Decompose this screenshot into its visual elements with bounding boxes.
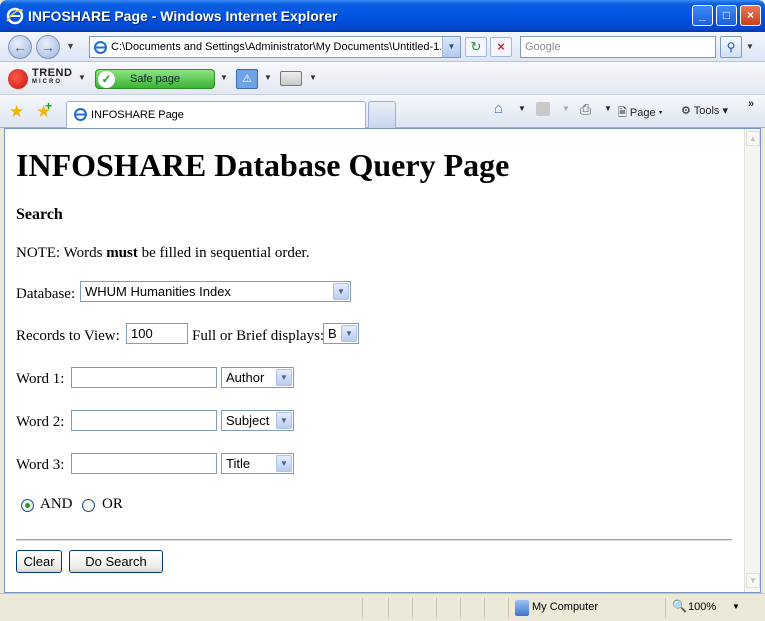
- toolbar-overflow-chevron-icon[interactable]: »: [748, 98, 754, 110]
- word3-input[interactable]: [71, 453, 217, 474]
- back-button[interactable]: ←: [8, 35, 32, 59]
- and-label: AND: [40, 496, 73, 512]
- word1-label: Word 1:: [16, 371, 65, 387]
- scroll-up-icon[interactable]: ▲: [746, 131, 760, 146]
- records-input[interactable]: 100: [126, 323, 188, 344]
- print-dropdown[interactable]: ▼: [604, 104, 612, 113]
- search-button[interactable]: ⚲: [720, 36, 742, 58]
- page-menu[interactable]: 🗎 Page ▾: [618, 104, 663, 123]
- scroll-down-icon[interactable]: ▼: [746, 573, 760, 588]
- display-select[interactable]: B ▼: [323, 323, 359, 344]
- chevron-down-icon: ▼: [333, 283, 349, 300]
- address-bar-row: ← → ▼ C:\Documents and Settings\Administ…: [0, 32, 765, 62]
- search-input[interactable]: Google: [520, 36, 716, 58]
- tools-menu[interactable]: ⚙ Tools ▾: [681, 104, 728, 117]
- minimize-icon: _: [699, 8, 706, 22]
- database-label: Database:: [16, 286, 76, 302]
- zoom-icon[interactable]: 🔍: [672, 599, 687, 613]
- and-radio[interactable]: [21, 499, 34, 512]
- back-arrow-icon: ←: [13, 39, 27, 55]
- stop-icon: ×: [497, 39, 505, 54]
- new-tab-button[interactable]: [368, 101, 396, 128]
- print-icon[interactable]: ⎙: [580, 101, 591, 118]
- wifi-warning-icon[interactable]: ⚠: [236, 69, 258, 89]
- tab-label: INFOSHARE Page: [91, 109, 184, 121]
- radio-selected-dot: [25, 503, 30, 508]
- page-content: INFOSHARE Database Query Page Search NOT…: [4, 128, 761, 593]
- or-radio[interactable]: [82, 499, 95, 512]
- trend-micro-toolbar: TREND MICRO ▼ ✓ Safe page ▼ ⚠ ▼ ▼: [0, 62, 765, 95]
- address-field[interactable]: C:\Documents and Settings\Administrator\…: [89, 36, 461, 58]
- address-dropdown-button[interactable]: ▼: [442, 37, 460, 57]
- word2-field-select[interactable]: Subject ▼: [221, 410, 294, 431]
- status-bar: My Computer 🔍 100% ▼: [0, 593, 765, 621]
- forward-arrow-icon: →: [41, 39, 55, 55]
- feeds-dropdown[interactable]: ▼: [562, 104, 570, 113]
- maximize-button[interactable]: □: [716, 5, 737, 26]
- maximize-icon: □: [722, 8, 731, 22]
- refresh-icon: ↻: [470, 39, 482, 54]
- favorites-star-icon[interactable]: ★: [9, 102, 24, 122]
- gear-icon: ⚙: [681, 105, 694, 117]
- or-label: OR: [102, 496, 123, 512]
- keyboard-dropdown[interactable]: ▼: [309, 73, 317, 82]
- trend-micro-logo-icon[interactable]: [8, 69, 28, 89]
- word1-field-select[interactable]: Author ▼: [221, 367, 294, 388]
- refresh-button[interactable]: ↻: [465, 37, 487, 57]
- minimize-button[interactable]: _: [692, 5, 713, 26]
- search-icon: ⚲: [726, 40, 736, 54]
- security-zone: My Computer: [532, 601, 599, 613]
- word3-field-select[interactable]: Title ▼: [221, 453, 294, 474]
- ie-page-icon: [94, 41, 107, 54]
- chevron-down-icon: ▼: [447, 42, 456, 51]
- window-title-bar[interactable]: INFOSHARE Page - Windows Internet Explor…: [0, 0, 765, 32]
- display-label: Full or Brief displays:: [192, 328, 325, 344]
- address-url: C:\Documents and Settings\Administrator\…: [111, 41, 441, 53]
- safe-page-label: Safe page: [130, 73, 181, 85]
- recent-pages-dropdown[interactable]: ▼: [66, 41, 75, 51]
- word2-label: Word 2:: [16, 414, 65, 430]
- trend-menu-dropdown[interactable]: ▼: [78, 73, 86, 82]
- search-subheading: Search: [16, 206, 63, 223]
- database-select[interactable]: WHUM Humanities Index ▼: [80, 281, 351, 302]
- close-icon: ×: [746, 8, 754, 22]
- divider: [16, 539, 732, 541]
- forward-button[interactable]: →: [36, 35, 60, 59]
- home-dropdown[interactable]: ▼: [518, 104, 526, 113]
- safe-page-indicator[interactable]: ✓ Safe page: [95, 69, 215, 89]
- note-text: NOTE: Words must be filled in sequential…: [16, 245, 310, 261]
- vertical-scrollbar[interactable]: ▲ ▼: [744, 129, 760, 592]
- checkmark-icon: ✓: [98, 71, 115, 88]
- page-title: INFOSHARE Database Query Page: [16, 147, 510, 183]
- feeds-icon[interactable]: [536, 102, 550, 116]
- zoom-dropdown[interactable]: ▼: [732, 602, 740, 611]
- word2-input[interactable]: [71, 410, 217, 431]
- search-options-dropdown[interactable]: ▼: [743, 36, 757, 58]
- do-search-button[interactable]: Do Search: [69, 550, 163, 573]
- ie-logo-icon: [6, 7, 24, 25]
- chevron-down-icon: ▼: [276, 369, 292, 386]
- tab-bar: ★ ★ + INFOSHARE Page ⌂ ▼ ▼ ⎙ ▼ 🗎 Page ▾ ⚙…: [0, 95, 765, 128]
- my-computer-icon: [515, 600, 529, 616]
- ie-page-icon: [74, 108, 87, 121]
- zoom-level[interactable]: 100%: [688, 601, 716, 613]
- word1-input[interactable]: [71, 367, 217, 388]
- stop-button[interactable]: ×: [490, 37, 512, 57]
- keyboard-icon[interactable]: [280, 71, 302, 86]
- tab-infoshare[interactable]: INFOSHARE Page: [66, 101, 366, 128]
- word3-label: Word 3:: [16, 457, 65, 473]
- page-icon: 🗎: [618, 107, 630, 119]
- close-button[interactable]: ×: [740, 5, 761, 26]
- chevron-down-icon: ▼: [341, 325, 357, 342]
- records-label: Records to View:: [16, 328, 120, 344]
- add-favorite-icon[interactable]: ★ +: [36, 99, 52, 122]
- wifi-dropdown[interactable]: ▼: [264, 73, 272, 82]
- chevron-down-icon: ▼: [276, 455, 292, 472]
- window-title: INFOSHARE Page - Windows Internet Explor…: [28, 8, 338, 24]
- home-icon[interactable]: ⌂: [494, 100, 503, 117]
- safe-page-dropdown[interactable]: ▼: [220, 73, 228, 82]
- chevron-down-icon: ▼: [276, 412, 292, 429]
- clear-button[interactable]: Clear: [16, 550, 62, 573]
- trend-micro-brand: TREND MICRO: [32, 67, 73, 86]
